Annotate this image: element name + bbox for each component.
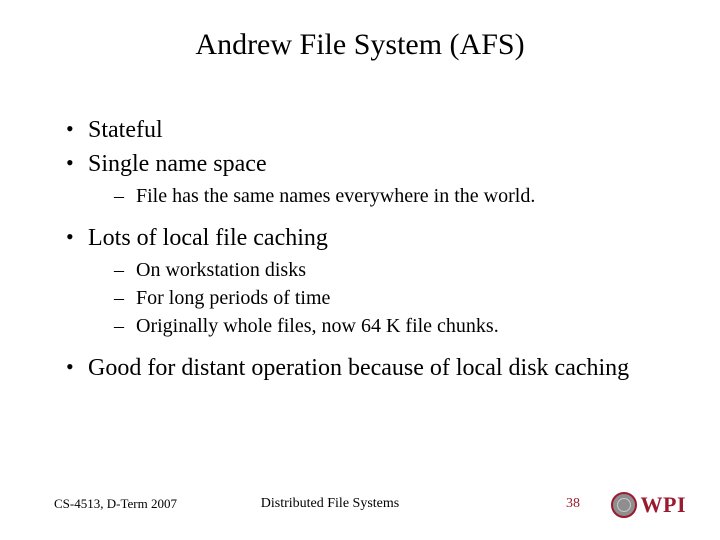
bullet-text: Single name space	[88, 151, 267, 177]
bullet-text: Lots of local file caching	[88, 225, 328, 251]
bullet-text: Good for distant operation because of lo…	[88, 355, 629, 381]
sub-bullet-item: Originally whole files, now 64 K file ch…	[88, 313, 670, 339]
footer-logo: WPI	[611, 492, 687, 518]
slide-body: Stateful Single name space File has the …	[60, 115, 670, 387]
wpi-seal-icon	[611, 492, 637, 518]
slide-footer: CS-4513, D-Term 2007 Distributed File Sy…	[0, 482, 720, 512]
sub-bullet-item: File has the same names everywhere in th…	[88, 183, 670, 209]
bullet-list: Stateful Single name space File has the …	[60, 115, 670, 383]
sub-bullet-item: For long periods of time	[88, 285, 670, 311]
bullet-item: Single name space File has the same name…	[60, 149, 670, 209]
bullet-item: Stateful	[60, 115, 670, 145]
bullet-item: Good for distant operation because of lo…	[60, 353, 670, 383]
sub-bullet-list: File has the same names everywhere in th…	[88, 183, 670, 209]
bullet-item: Lots of local file caching On workstatio…	[60, 223, 670, 339]
footer-page-number: 38	[566, 496, 580, 512]
wpi-logo-text: WPI	[641, 492, 687, 518]
slide: Andrew File System (AFS) Stateful Single…	[0, 0, 720, 540]
bullet-text: Stateful	[88, 117, 163, 143]
slide-title: Andrew File System (AFS)	[0, 28, 720, 62]
footer-center-text: Distributed File Systems	[261, 496, 399, 512]
sub-bullet-item: On workstation disks	[88, 257, 670, 283]
sub-bullet-list: On workstation disks For long periods of…	[88, 257, 670, 339]
